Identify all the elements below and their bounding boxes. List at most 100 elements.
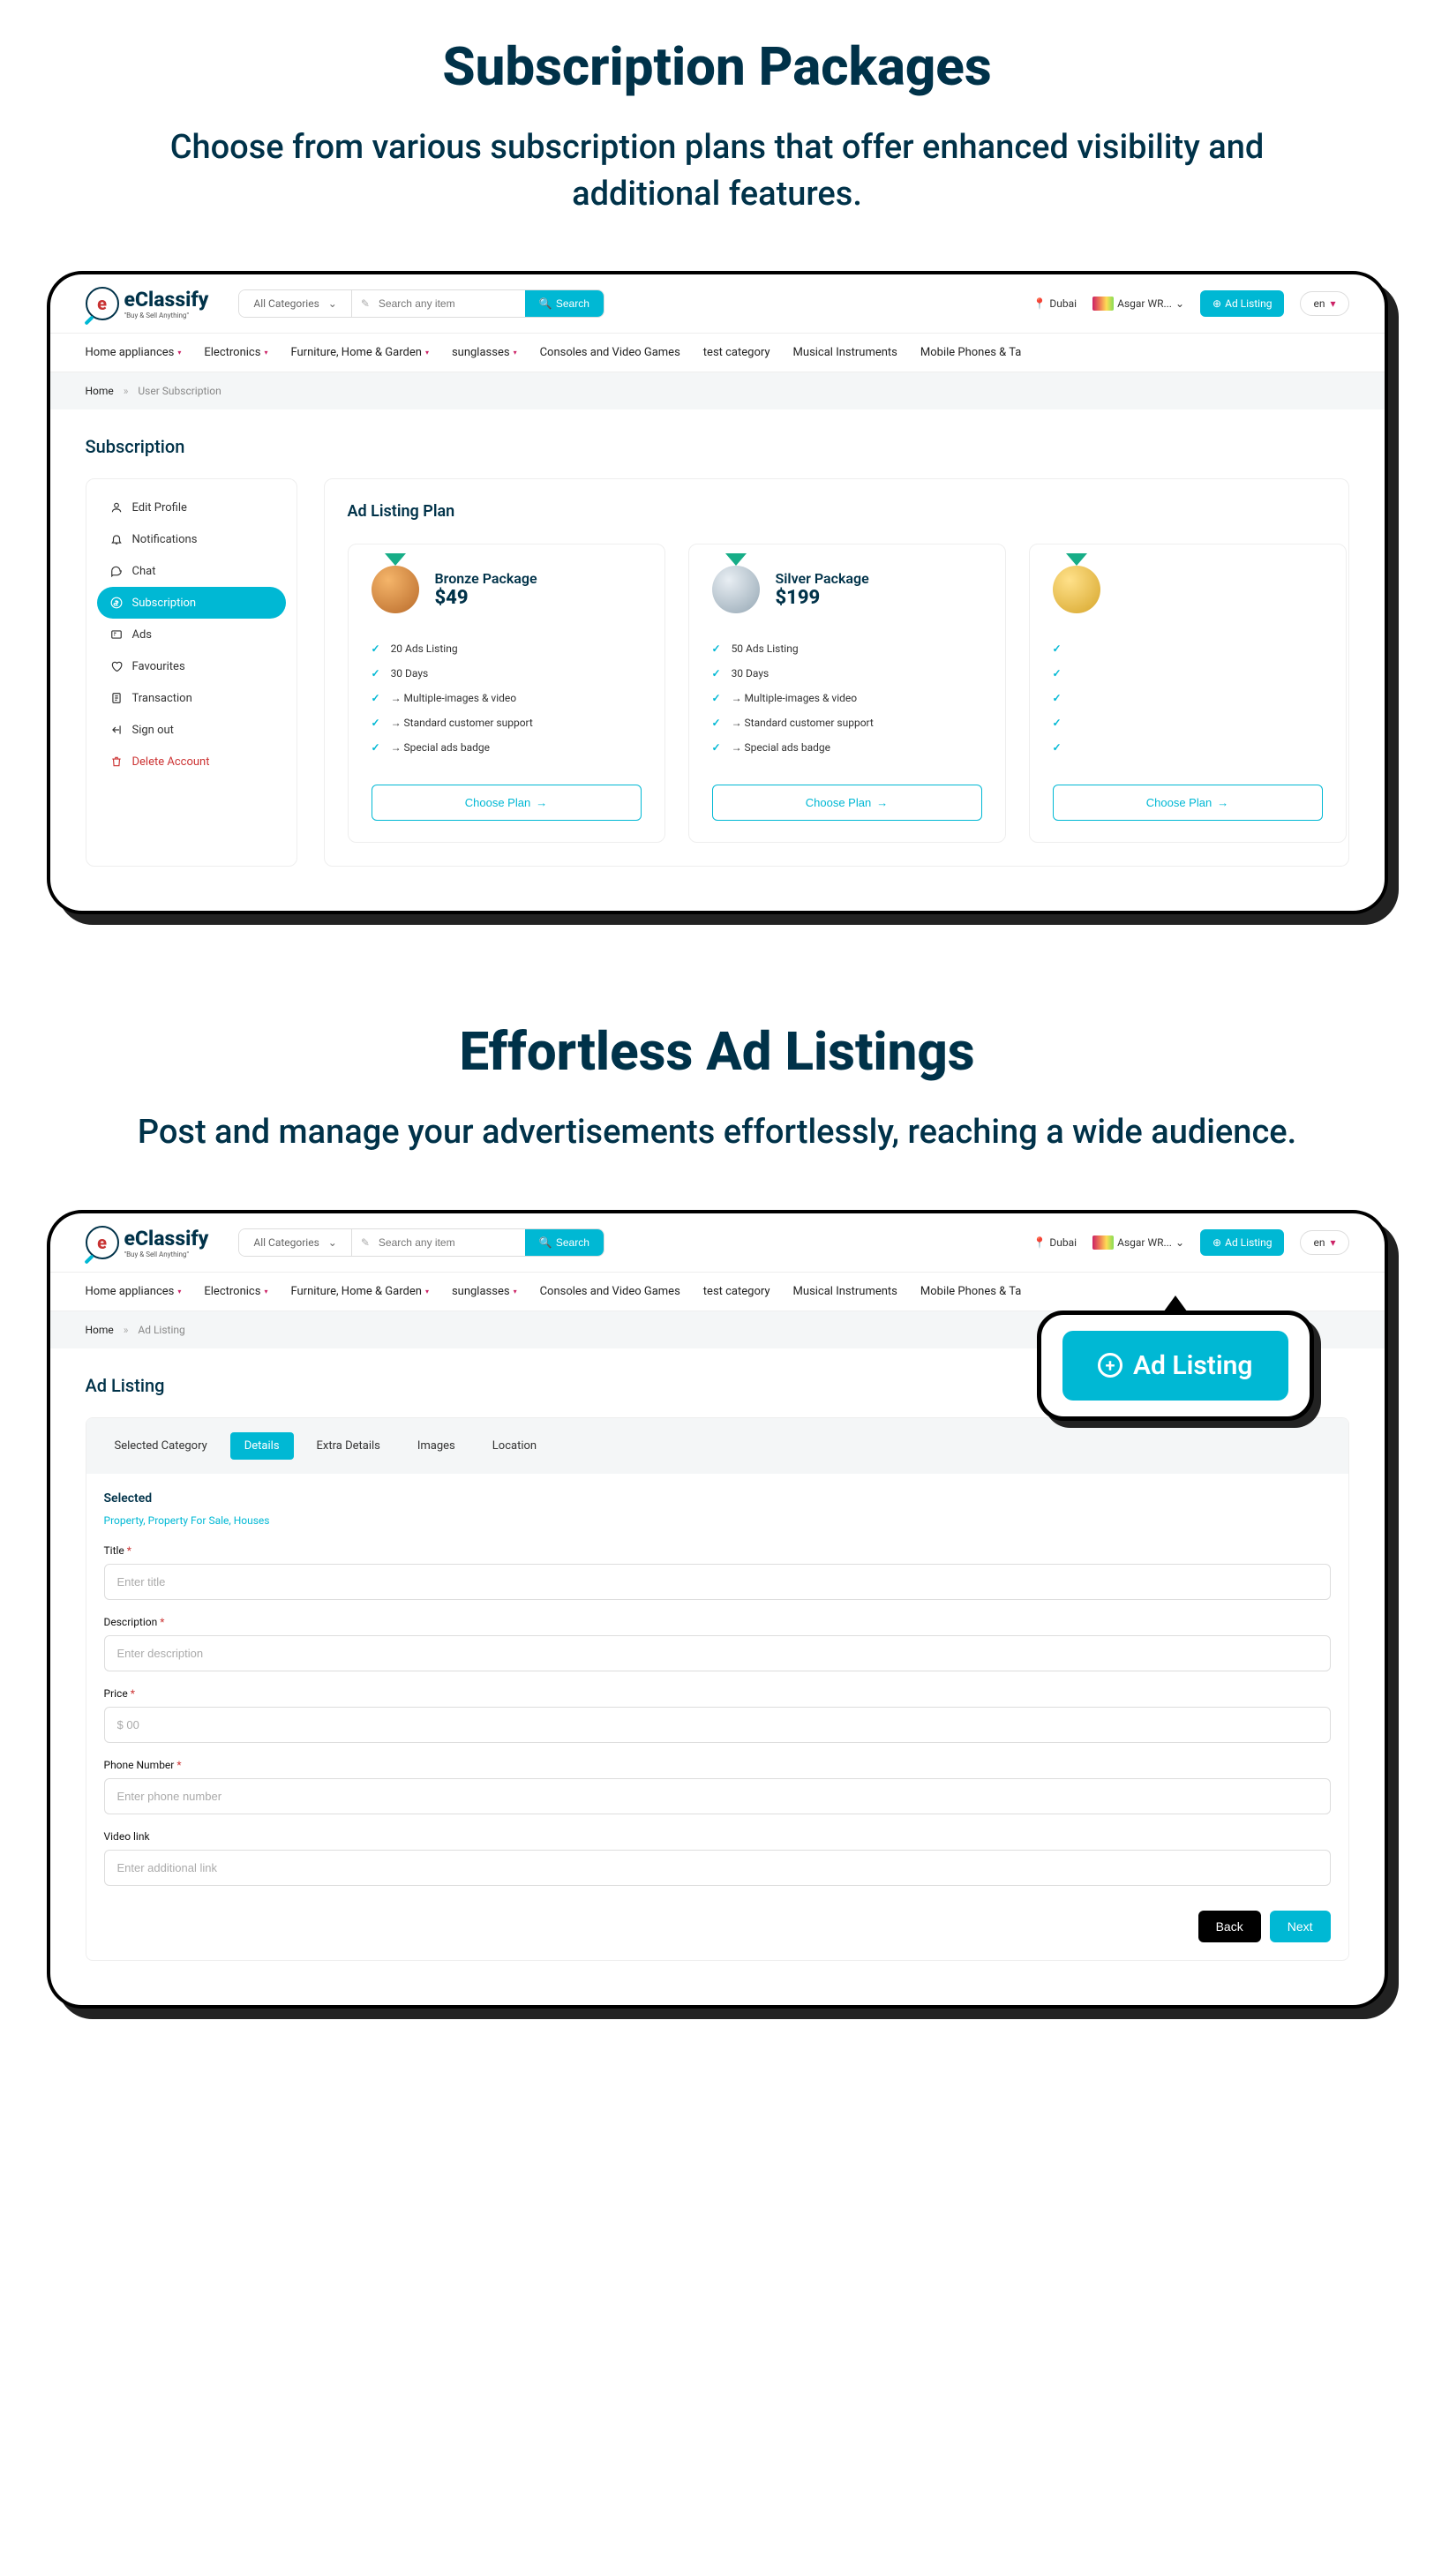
- plan-price: $49: [435, 587, 537, 609]
- breadcrumb-home[interactable]: Home: [86, 1324, 114, 1336]
- nav-item-label: Consoles and Video Games: [540, 346, 680, 359]
- nav-item-label: Consoles and Video Games: [540, 1285, 680, 1298]
- nav-item[interactable]: Consoles and Video Games: [540, 1285, 680, 1298]
- check-icon: ✓: [712, 717, 721, 729]
- language-selector[interactable]: en ▾: [1300, 1230, 1348, 1255]
- choose-plan-button[interactable]: Choose Plan→: [372, 785, 642, 821]
- sidebar-item-notifications[interactable]: Notifications: [97, 523, 286, 555]
- nav-item[interactable]: sunglasses▾: [452, 346, 517, 359]
- search-button[interactable]: 🔍 Search: [525, 1229, 604, 1256]
- ad-listing-button[interactable]: ⊕ Ad Listing: [1200, 290, 1284, 317]
- check-icon: ✓: [372, 692, 380, 704]
- plan-feature-text: 20 Ads Listing: [391, 642, 458, 655]
- nav-item[interactable]: Home appliances▾: [86, 346, 182, 359]
- edit-icon: ✎: [361, 297, 370, 310]
- back-button[interactable]: Back: [1198, 1911, 1261, 1942]
- brand-name: eClassify: [124, 1227, 209, 1250]
- nav-item[interactable]: Electronics▾: [204, 1285, 267, 1298]
- sidebar-item-label: Edit Profile: [132, 501, 187, 514]
- price-input[interactable]: [104, 1707, 1331, 1743]
- nav-item[interactable]: Mobile Phones & Ta: [920, 1285, 1021, 1298]
- search-input[interactable]: [375, 1229, 516, 1256]
- dollar-icon: [109, 596, 124, 610]
- sidebar-item-favourites[interactable]: Favourites: [97, 650, 286, 682]
- video-link-input[interactable]: [104, 1850, 1331, 1886]
- heart-icon: [109, 659, 124, 673]
- category-select[interactable]: All Categories ⌄: [239, 290, 351, 317]
- nav-item[interactable]: Furniture, Home & Garden▾: [290, 1285, 429, 1298]
- choose-plan-button[interactable]: Choose Plan→: [1053, 785, 1323, 821]
- sidebar-item-label: Sign out: [132, 724, 174, 737]
- app-header: e eClassify "Buy & Sell Anything" All Ca…: [50, 274, 1385, 334]
- plan-name: Silver Package: [776, 570, 869, 587]
- nav-item[interactable]: Musical Instruments: [793, 1285, 897, 1298]
- user-icon: [109, 500, 124, 514]
- user-name-label: Asgar WR...: [1117, 1236, 1172, 1249]
- nav-item-label: Musical Instruments: [793, 1285, 897, 1298]
- location-selector[interactable]: 📍 Dubai: [1032, 297, 1077, 310]
- nav-item[interactable]: Consoles and Video Games: [540, 346, 680, 359]
- brand-logo[interactable]: e eClassify "Buy & Sell Anything": [86, 287, 209, 320]
- user-menu[interactable]: Asgar WR... ⌄: [1092, 297, 1184, 311]
- category-select[interactable]: All Categories ⌄: [239, 1229, 351, 1256]
- plan-price: $199: [776, 587, 869, 609]
- nav-item[interactable]: test category: [703, 346, 770, 359]
- nav-item[interactable]: Mobile Phones & Ta: [920, 346, 1021, 359]
- plan-section-heading: Ad Listing Plan: [348, 502, 1325, 521]
- nav-item[interactable]: test category: [703, 1285, 770, 1298]
- section2-title: Effortless Ad Listings: [18, 1020, 1416, 1083]
- nav-item-label: Mobile Phones & Ta: [920, 346, 1021, 359]
- ad-listing-button[interactable]: ⊕ Ad Listing: [1200, 1229, 1284, 1256]
- chevron-down-icon: ⌄: [328, 1236, 337, 1249]
- nav-item[interactable]: Home appliances▾: [86, 1285, 182, 1298]
- check-icon: ✓: [1053, 642, 1062, 655]
- tab-location[interactable]: Location: [478, 1432, 551, 1460]
- sidebar-item-chat[interactable]: Chat: [97, 555, 286, 587]
- description-input[interactable]: [104, 1635, 1331, 1671]
- check-icon: ✓: [712, 741, 721, 754]
- tab-details[interactable]: Details: [230, 1432, 294, 1460]
- location-selector[interactable]: 📍 Dubai: [1032, 1236, 1077, 1249]
- user-avatar-icon: [1092, 1235, 1114, 1250]
- language-label: en: [1313, 297, 1325, 310]
- search-input[interactable]: [375, 290, 516, 317]
- tab-extra-details[interactable]: Extra Details: [303, 1432, 394, 1460]
- nav-item[interactable]: sunglasses▾: [452, 1285, 517, 1298]
- nav-item-label: Home appliances: [86, 346, 175, 359]
- sidebar-item-label: Delete Account: [132, 755, 210, 769]
- sidebar-item-sign-out[interactable]: Sign out: [97, 714, 286, 746]
- sidebar-item-transaction[interactable]: Transaction: [97, 682, 286, 714]
- selected-category-path[interactable]: Property, Property For Sale, Houses: [104, 1514, 1331, 1527]
- language-selector[interactable]: en ▾: [1300, 291, 1348, 316]
- tab-images[interactable]: Images: [403, 1432, 469, 1460]
- phone-number-input[interactable]: [104, 1778, 1331, 1814]
- arrow-right-icon: →: [536, 796, 547, 809]
- chevron-down-icon: ▾: [1330, 297, 1335, 310]
- breadcrumb-home[interactable]: Home: [86, 385, 114, 397]
- choose-plan-button[interactable]: Choose Plan→: [712, 785, 982, 821]
- check-icon: ✓: [712, 642, 721, 655]
- language-label: en: [1313, 1236, 1325, 1249]
- nav-item[interactable]: Musical Instruments: [793, 346, 897, 359]
- nav-item[interactable]: Furniture, Home & Garden▾: [290, 346, 429, 359]
- plus-circle-icon: +: [1098, 1353, 1122, 1378]
- nav-item[interactable]: Electronics▾: [204, 346, 267, 359]
- caret-down-icon: ▾: [264, 349, 267, 357]
- location-pin-icon: 📍: [1032, 297, 1046, 310]
- search-button[interactable]: 🔍 Search: [525, 290, 604, 317]
- caret-down-icon: ▾: [514, 1288, 517, 1296]
- sidebar-item-delete-account[interactable]: Delete Account: [97, 746, 286, 777]
- title-input[interactable]: [104, 1564, 1331, 1600]
- ad-listing-callout-button[interactable]: + Ad Listing: [1062, 1331, 1288, 1401]
- sidebar-item-subscription[interactable]: Subscription: [97, 587, 286, 619]
- brand-logo[interactable]: e eClassify "Buy & Sell Anything": [86, 1226, 209, 1259]
- required-asterisk-icon: *: [127, 1544, 131, 1557]
- sidebar-item-edit-profile[interactable]: Edit Profile: [97, 492, 286, 523]
- user-menu[interactable]: Asgar WR... ⌄: [1092, 1235, 1184, 1250]
- sidebar-item-ads[interactable]: Ads: [97, 619, 286, 650]
- brand-name: eClassify: [124, 288, 209, 312]
- sidebar-item-label: Ads: [132, 628, 153, 642]
- next-button[interactable]: Next: [1270, 1911, 1331, 1942]
- tab-selected-category[interactable]: Selected Category: [101, 1432, 221, 1460]
- nav-item-label: Musical Instruments: [793, 346, 897, 359]
